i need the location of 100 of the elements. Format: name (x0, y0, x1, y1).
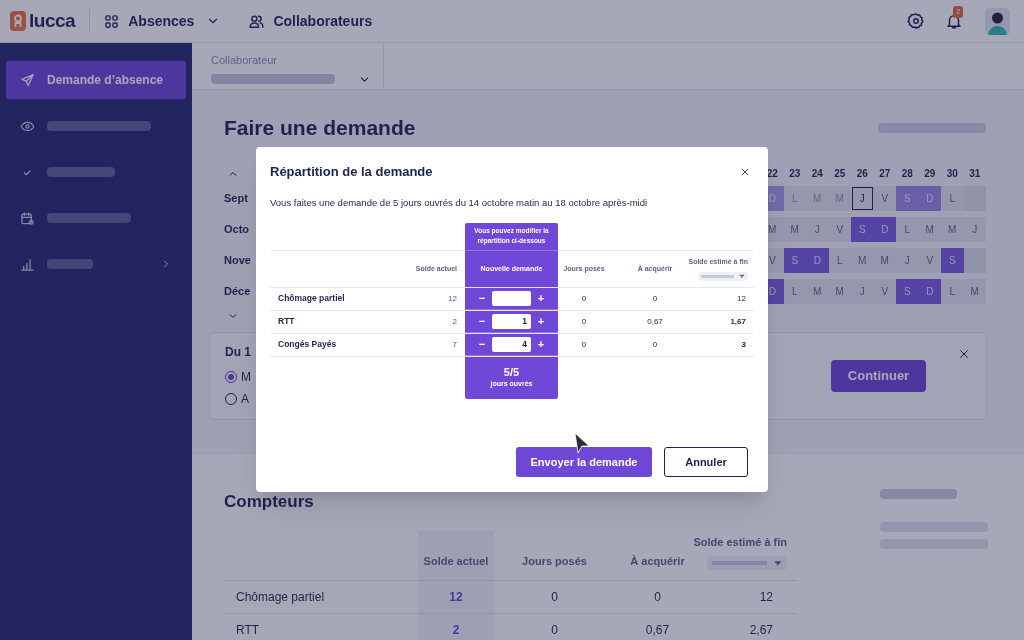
day-cell[interactable]: S (896, 278, 919, 304)
month-label: Sept (224, 190, 248, 206)
avatar[interactable] (985, 7, 1010, 35)
column-header: Jours posés (521, 554, 588, 569)
radio-option[interactable]: A (225, 390, 251, 408)
day-cell[interactable]: L (783, 278, 806, 304)
radio-option[interactable]: M (225, 368, 251, 386)
day-cell[interactable]: D (918, 278, 941, 304)
bar-chart-icon (20, 256, 35, 272)
day-cell[interactable]: L (941, 278, 964, 304)
nav-menu[interactable]: Absences (103, 0, 221, 43)
table-cell-text: Chômage partiel (277, 292, 346, 306)
day-cell[interactable]: L (941, 185, 964, 211)
balance-link[interactable]: 12 (410, 292, 465, 305)
table-cell-text: 0 (580, 315, 588, 328)
table-cell-text: 0,67 (644, 621, 671, 639)
collaborator-select[interactable]: Collaborateur (192, 43, 384, 89)
day-cell[interactable]: S (941, 247, 964, 273)
bell-icon[interactable] (945, 12, 963, 30)
close-icon[interactable] (958, 347, 970, 360)
calendar-gear-icon (20, 210, 35, 226)
day-number: 25 (833, 167, 847, 181)
quantity-input[interactable]: 4 (492, 336, 531, 352)
period-select[interactable] (707, 555, 787, 570)
period-select[interactable] (698, 271, 748, 281)
continue-button[interactable]: Continuer (831, 359, 926, 392)
close-icon[interactable] (740, 166, 750, 177)
day-cell[interactable]: S (851, 216, 874, 242)
column-header: À acquérir (629, 554, 686, 569)
users-icon (248, 12, 266, 30)
day-cell[interactable]: D (918, 185, 941, 211)
day-number: 28 (900, 167, 914, 181)
increment-button[interactable]: + (536, 315, 546, 327)
day-cell[interactable]: M (918, 216, 941, 242)
text-placeholder (47, 259, 93, 269)
decrement-button[interactable]: − (477, 315, 487, 327)
day-number: 29 (923, 167, 937, 181)
table-cell-text: Chômage partiel (235, 588, 326, 606)
quantity-input[interactable] (492, 290, 531, 306)
day-number: 23 (788, 167, 802, 181)
day-cell[interactable]: M (941, 216, 964, 242)
cursor-icon (574, 432, 590, 454)
decrement-button[interactable]: − (477, 292, 487, 304)
decrement-button[interactable]: − (477, 338, 487, 350)
day-cell[interactable]: J (851, 185, 874, 211)
table-cell-text: 1,67 (729, 315, 747, 328)
grid-icon (103, 12, 121, 30)
day-cell[interactable]: J (963, 216, 986, 242)
nav-menu[interactable]: Collaborateurs (248, 0, 373, 43)
day-cell[interactable]: M (806, 278, 829, 304)
table-cell-text: RTT (235, 621, 261, 639)
table-cell-text: 0,67 (646, 315, 664, 328)
table-cell-text: 12 (736, 292, 747, 305)
day-cell[interactable]: L (896, 216, 919, 242)
day-number: 30 (945, 167, 959, 181)
day-cell[interactable]: V (873, 278, 896, 304)
balance-link[interactable]: 12 (418, 587, 494, 606)
balance-link[interactable]: 7 (410, 338, 465, 351)
day-cell[interactable]: D (806, 247, 829, 273)
selection-title: Du 1 (225, 344, 251, 361)
settings-icon[interactable] (907, 12, 925, 30)
day-cell[interactable]: J (896, 247, 919, 273)
balance-link[interactable]: 2 (410, 315, 465, 328)
day-cell[interactable]: M (963, 278, 986, 304)
cancel-button[interactable]: Annuler (664, 447, 748, 477)
table-cell-text: RTT (277, 315, 296, 329)
quantity-input[interactable]: 1 (492, 313, 531, 329)
day-cell[interactable]: M (828, 278, 851, 304)
table-cell-text: 12 (758, 588, 774, 606)
day-cell[interactable]: J (806, 216, 829, 242)
table-cell-text: 0 (550, 621, 559, 639)
day-cell[interactable]: D (873, 216, 896, 242)
day-cell[interactable]: L (828, 247, 851, 273)
table-cell-text: 0 (651, 292, 659, 305)
day-cell[interactable]: M (873, 247, 896, 273)
table-cell-text: Congés Payés (277, 338, 338, 352)
increment-button[interactable]: + (536, 338, 546, 350)
day-cell[interactable]: V (873, 185, 896, 211)
day-cell[interactable]: V (918, 247, 941, 273)
day-cell[interactable]: S (783, 247, 806, 273)
request-summary: Vous faites une demande de 5 jours ouvrés du 14 octobre matin au 18 octobre après-midi (270, 195, 649, 210)
table-cell-text: 2,67 (748, 621, 774, 639)
day-cell[interactable]: J (851, 278, 874, 304)
day-number: 24 (810, 167, 824, 181)
day-cell[interactable]: S (896, 185, 919, 211)
day-cell[interactable] (963, 247, 986, 273)
increment-button[interactable]: + (536, 292, 546, 304)
balance-link[interactable]: 2 (418, 620, 494, 639)
day-cell[interactable]: V (828, 216, 851, 242)
column-header: Solde actuel (422, 554, 490, 569)
table-cell-text: 0 (550, 588, 559, 606)
submit-button[interactable]: Envoyer la demande (516, 447, 652, 477)
modal-title: Répartition de la demande (270, 163, 433, 181)
sidebar-item[interactable]: Demande d’absence (6, 61, 186, 99)
page-title: Faire une demande (224, 115, 416, 141)
text-placeholder (47, 167, 115, 177)
month-label: Octo (224, 221, 250, 237)
day-cell[interactable]: M (851, 247, 874, 273)
caret-icon (739, 273, 745, 279)
day-cell[interactable]: M (783, 216, 806, 242)
